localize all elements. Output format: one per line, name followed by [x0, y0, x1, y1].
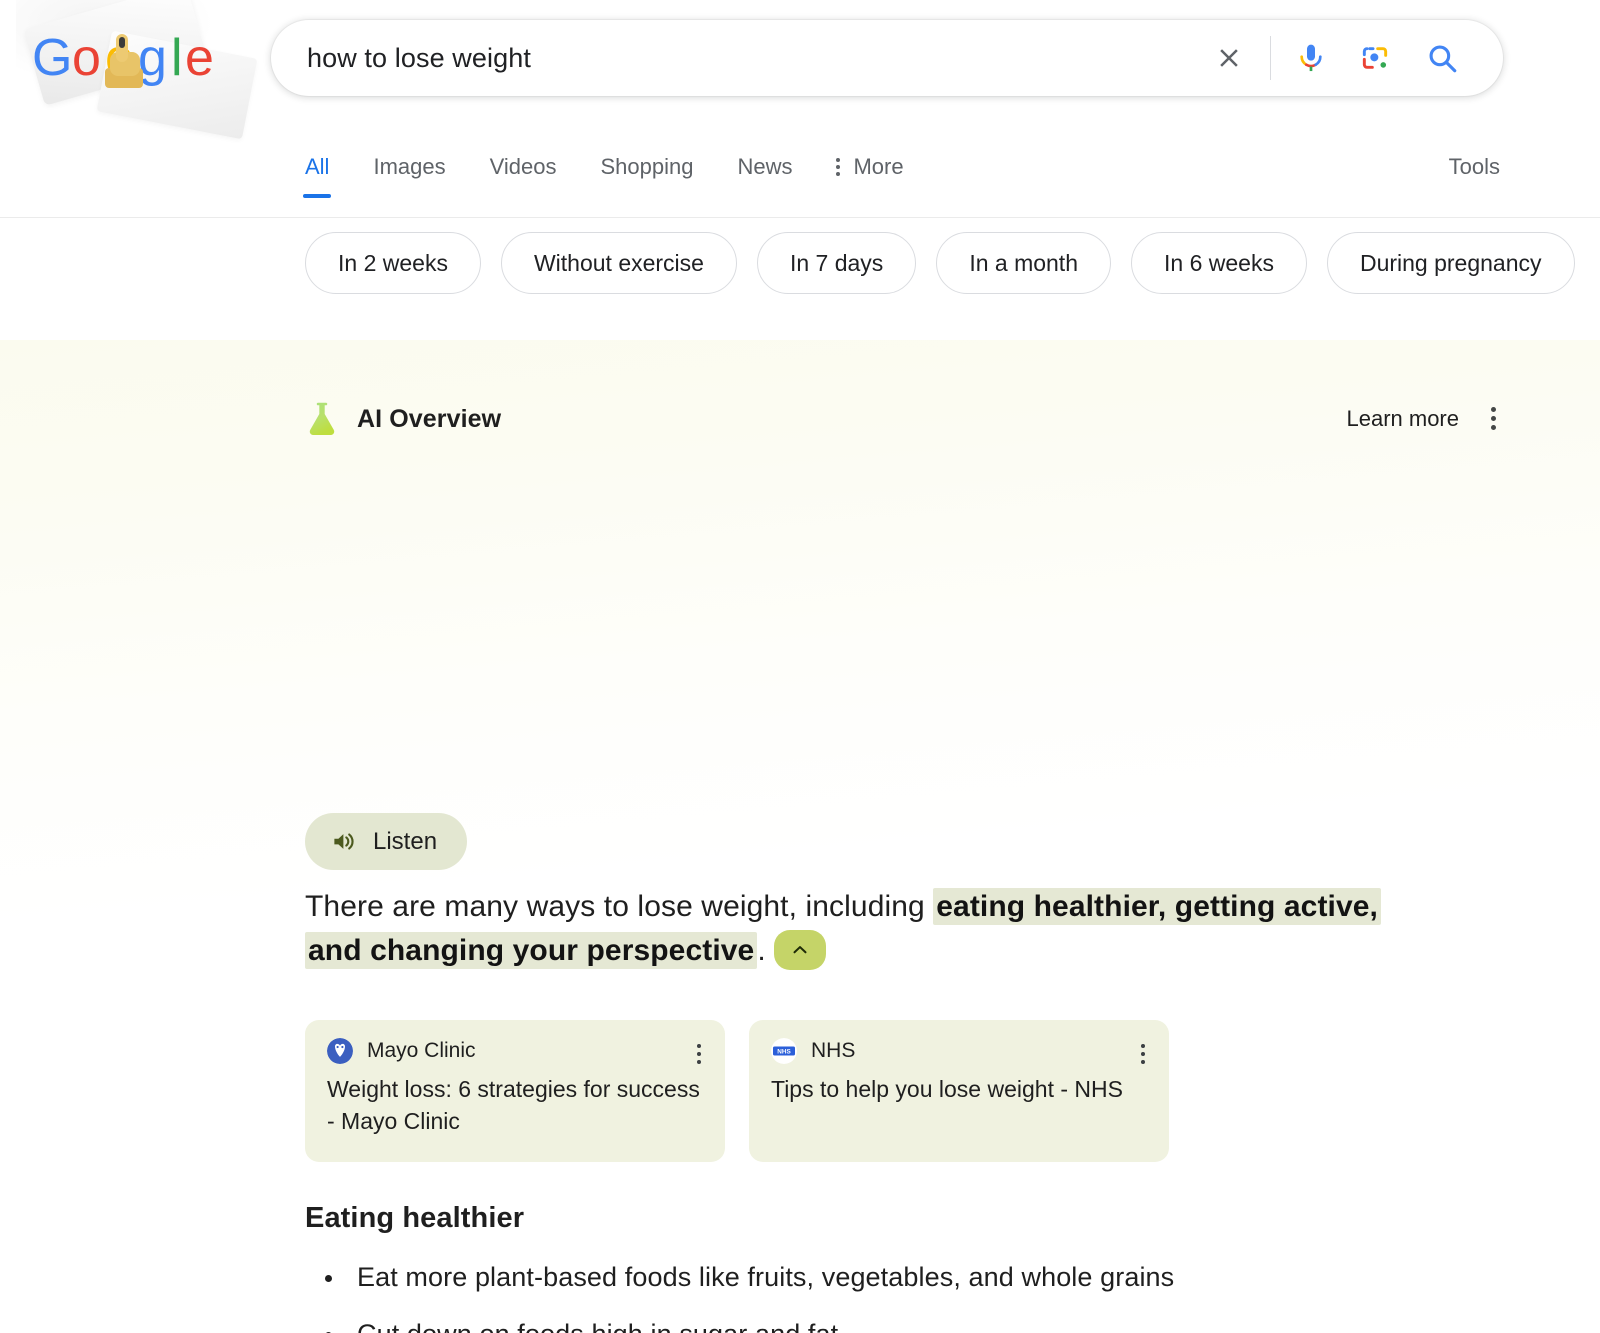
nhs-favicon: NHS: [771, 1038, 797, 1064]
search-divider: [1270, 36, 1271, 80]
search-tabs: All Images Videos Shopping News More: [305, 142, 948, 198]
chip-during-pregnancy[interactable]: During pregnancy: [1327, 232, 1575, 294]
overflow-menu-icon[interactable]: [1487, 403, 1500, 434]
chip-in-a-month[interactable]: In a month: [936, 232, 1111, 294]
ai-overview-header: AI Overview: [305, 400, 501, 438]
source-card-nhs[interactable]: NHS NHS Tips to help you lose weight - N…: [749, 1020, 1169, 1162]
tab-images[interactable]: Images: [373, 142, 445, 198]
source-card-mayo-clinic[interactable]: Mayo Clinic Weight loss: 6 strategies fo…: [305, 1020, 725, 1162]
tab-shopping[interactable]: Shopping: [600, 142, 693, 198]
filter-chips: In 2 weeks Without exercise In 7 days In…: [305, 232, 1575, 294]
source-card-site: NHS: [811, 1039, 855, 1063]
source-card-overflow-icon[interactable]: [693, 1040, 705, 1068]
source-card-title: Tips to help you lose weight - NHS: [771, 1073, 1147, 1105]
speaker-icon: [331, 828, 358, 855]
google-doodle-logo[interactable]: G o o g l e: [16, 0, 272, 128]
chip-in-6-weeks[interactable]: In 6 weeks: [1131, 232, 1307, 294]
close-icon[interactable]: [1200, 33, 1258, 83]
paragraph-lead: There are many ways to lose weight, incl…: [305, 890, 933, 923]
source-card-title: Weight loss: 6 strategies for success - …: [327, 1073, 703, 1137]
search-input[interactable]: [271, 43, 1200, 74]
svg-text:o: o: [72, 30, 101, 87]
paragraph-trail: .: [757, 934, 765, 967]
ai-overview-title: AI Overview: [357, 405, 501, 434]
mayo-clinic-favicon: [327, 1038, 353, 1064]
svg-text:e: e: [185, 30, 214, 87]
source-cards: Mayo Clinic Weight loss: 6 strategies fo…: [305, 1020, 1169, 1162]
section-heading-eating-healthier: Eating healthier: [305, 1202, 524, 1235]
search-bar-actions: [1200, 33, 1503, 83]
svg-text:G: G: [32, 30, 72, 87]
google-logo-svg: G o o g l e: [32, 30, 232, 100]
ai-overview-paragraph: There are many ways to lose weight, incl…: [305, 885, 1405, 974]
chip-in-2-weeks[interactable]: In 2 weeks: [305, 232, 481, 294]
tab-more-label: More: [853, 154, 903, 180]
ai-overview-actions: Learn more: [1346, 403, 1500, 434]
tab-more[interactable]: More: [836, 142, 903, 198]
tab-all[interactable]: All: [305, 142, 329, 198]
source-card-header: Mayo Clinic: [327, 1038, 703, 1064]
source-card-site: Mayo Clinic: [367, 1039, 476, 1063]
chip-in-7-days[interactable]: In 7 days: [757, 232, 916, 294]
google-lens-icon[interactable]: [1347, 33, 1403, 83]
svg-text:l: l: [171, 30, 183, 87]
search-header: G o o g l e: [0, 0, 1600, 218]
svg-text:NHS: NHS: [777, 1048, 791, 1055]
learn-more-link[interactable]: Learn more: [1346, 406, 1459, 432]
source-card-overflow-icon[interactable]: [1137, 1040, 1149, 1068]
tab-news[interactable]: News: [737, 142, 792, 198]
tools-button[interactable]: Tools: [1449, 154, 1500, 180]
flask-icon: [305, 400, 339, 438]
chip-without-exercise[interactable]: Without exercise: [501, 232, 737, 294]
list-item: Cut down on foods high in sugar and fat: [305, 1315, 1505, 1333]
listen-label: Listen: [373, 828, 437, 856]
search-nav: All Images Videos Shopping News More Too…: [0, 142, 1600, 218]
kebab-menu-icon: [836, 158, 840, 176]
listen-button[interactable]: Listen: [305, 813, 467, 870]
tab-videos[interactable]: Videos: [490, 142, 557, 198]
ai-overview-bullet-list: Eat more plant-based foods like fruits, …: [305, 1258, 1505, 1333]
search-bar[interactable]: [271, 20, 1503, 96]
chevron-up-icon: [789, 939, 811, 961]
microphone-icon[interactable]: [1283, 33, 1339, 83]
list-item: Eat more plant-based foods like fruits, …: [305, 1258, 1505, 1296]
collapse-chevron-up-button[interactable]: [774, 930, 826, 970]
source-card-header: NHS NHS: [771, 1038, 1147, 1064]
ai-overview-panel: AI Overview Learn more Listen There are …: [0, 340, 1600, 1333]
search-icon[interactable]: [1411, 33, 1473, 83]
